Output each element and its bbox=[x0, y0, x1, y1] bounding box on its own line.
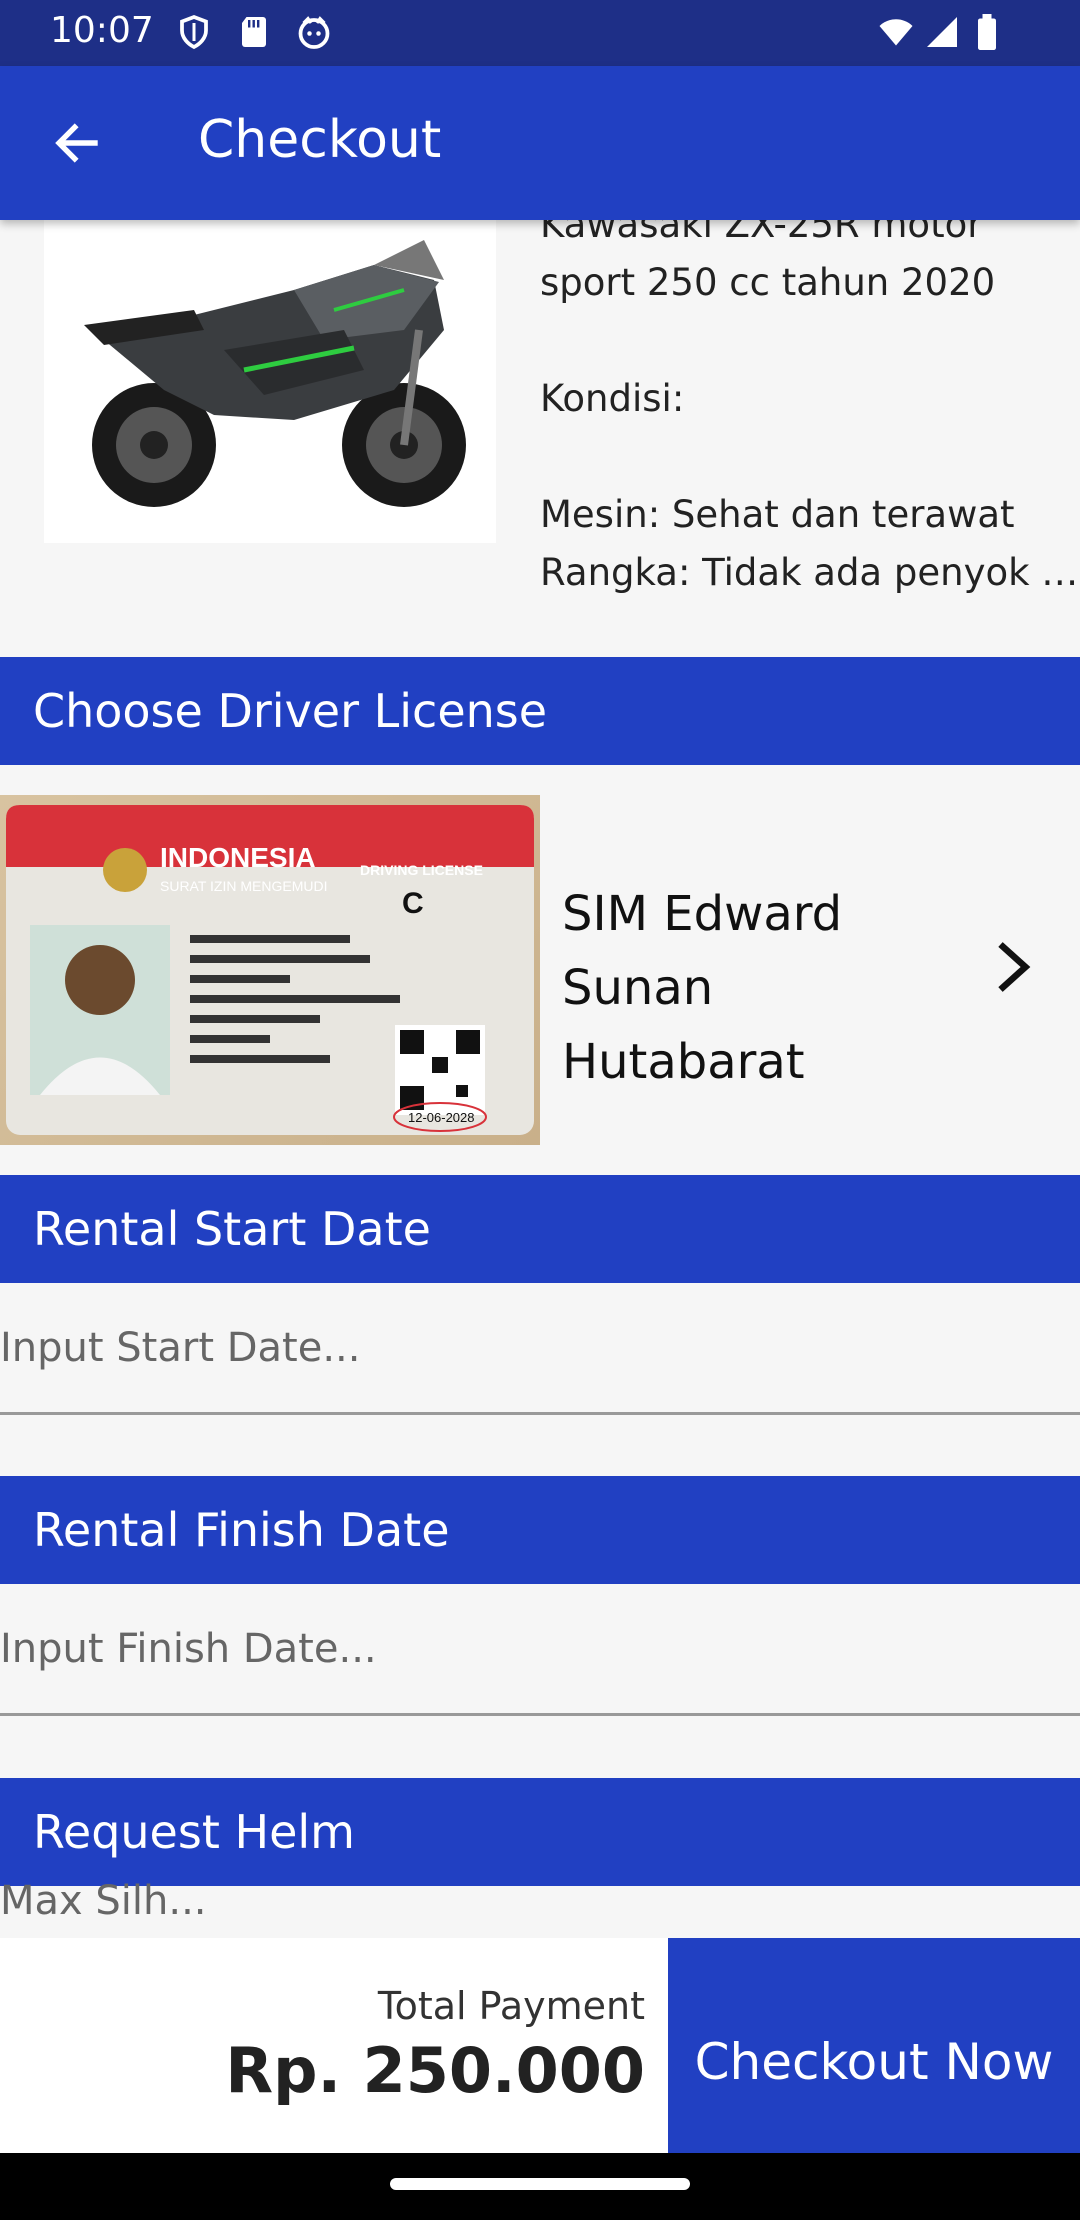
app-bar: Checkout bbox=[0, 66, 1080, 220]
cat-icon bbox=[298, 16, 330, 49]
start-date-field[interactable] bbox=[0, 1283, 1080, 1415]
signal-icon bbox=[927, 17, 957, 47]
page-title: Checkout bbox=[198, 110, 442, 170]
license-expiry: 12-06-2028 bbox=[408, 1110, 475, 1125]
checkout-bar: Total Payment Rp. 250.000 Checkout Now bbox=[0, 1938, 1080, 2153]
motorcycle-photo bbox=[44, 220, 496, 543]
arrow-left-icon[interactable] bbox=[50, 116, 104, 170]
finish-date-input[interactable] bbox=[0, 1584, 1080, 1713]
total-payment-label: Total Payment bbox=[377, 1984, 645, 2028]
license-card-image: INDONESIA SURAT IZIN MENGEMUDI DRIVING L… bbox=[0, 795, 540, 1145]
status-bar: 10:07 bbox=[0, 0, 1080, 66]
license-section-heading: Choose Driver License bbox=[0, 657, 1080, 765]
helm-option-cutoff[interactable]: Max Silh... bbox=[0, 1878, 207, 1924]
status-time: 10:07 bbox=[50, 10, 154, 51]
home-gesture-handle[interactable] bbox=[390, 2178, 690, 2190]
license-subtitle: SURAT IZIN MENGEMUDI bbox=[160, 878, 328, 894]
finish-date-heading: Rental Finish Date bbox=[0, 1476, 1080, 1584]
request-helm-heading: Request Helm bbox=[0, 1778, 1080, 1886]
sd-card-icon bbox=[242, 17, 266, 47]
total-payment-amount: Rp. 250.000 bbox=[225, 2034, 645, 2107]
checkout-now-button[interactable]: Checkout Now bbox=[668, 1938, 1080, 2153]
shield-icon bbox=[180, 14, 208, 50]
license-label: DRIVING LICENSE bbox=[360, 862, 483, 878]
license-name: SIM Edward Sunan Hutabarat bbox=[562, 886, 843, 1090]
driver-license-selector[interactable]: INDONESIA SURAT IZIN MENGEMUDI DRIVING L… bbox=[0, 795, 1080, 1145]
license-country: INDONESIA bbox=[160, 842, 316, 873]
checkout-content[interactable]: Kawasaki ZX-25R motor sport 250 cc tahun… bbox=[0, 220, 1080, 1938]
product-description: Kawasaki ZX-25R motor sport 250 cc tahun… bbox=[540, 220, 1079, 594]
battery-icon bbox=[978, 14, 996, 50]
start-date-input[interactable] bbox=[0, 1283, 1080, 1412]
system-nav-bar bbox=[0, 2153, 1080, 2220]
wifi-icon bbox=[879, 19, 913, 46]
finish-date-field[interactable] bbox=[0, 1584, 1080, 1716]
chevron-right-icon[interactable] bbox=[990, 937, 1036, 997]
license-class: C bbox=[402, 887, 424, 920]
start-date-heading: Rental Start Date bbox=[0, 1175, 1080, 1283]
